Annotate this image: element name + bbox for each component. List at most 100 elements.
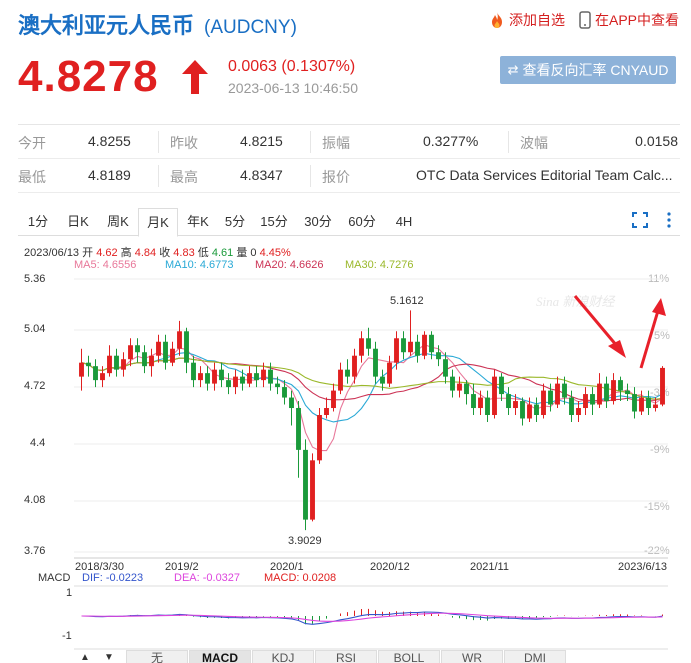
change-percent: 4.45% — [259, 247, 291, 259]
x-tick-label: 2023/6/13 — [618, 561, 667, 573]
stats-row: 最低 4.8189 最高 4.8347 报价 OTC Data Services… — [18, 159, 680, 193]
candle-body — [212, 369, 217, 384]
high-label: 高 — [120, 247, 132, 259]
candle-body — [541, 390, 546, 415]
stat-label: 波幅 — [520, 135, 548, 151]
macd-dif: DIF: -0.0223 — [82, 572, 144, 584]
candle-body — [499, 376, 504, 395]
candle-body — [261, 369, 266, 381]
scroll-down-icon[interactable]: ▼ — [104, 652, 114, 663]
macd-title: MACD — [38, 572, 71, 584]
y-right-tick-label: -22% — [644, 545, 670, 557]
candle-body — [191, 362, 196, 381]
candle-body — [436, 352, 441, 360]
candle-body — [233, 376, 238, 388]
indicator-tab-boll[interactable]: BOLL — [378, 650, 440, 663]
candle-body — [359, 338, 364, 356]
view-in-app-button[interactable]: 在APP中查看 — [579, 10, 679, 30]
candle-body — [289, 397, 294, 409]
y-tick-label: 3.76 — [24, 545, 46, 557]
candle-body — [604, 383, 609, 402]
candle-body — [415, 341, 420, 356]
stats-row: 今开 4.8255 昨收 4.8215 振幅 0.3277% 波幅 0.0158 — [18, 125, 680, 159]
tab-weekly[interactable]: 周K — [98, 208, 138, 235]
tab-5min[interactable]: 5分 — [218, 208, 252, 235]
ma20-label: MA20: 4.6626 — [255, 259, 324, 271]
add-watchlist-button[interactable]: 添加自选 — [489, 10, 565, 30]
tab-60min[interactable]: 60分 — [340, 208, 384, 235]
candle-body — [135, 345, 140, 353]
stat-value: 4.8347 — [240, 167, 283, 183]
reverse-rate-button[interactable]: ⇄ 查看反向汇率 CNYAUD — [500, 56, 676, 84]
tab-yearly[interactable]: 年K — [178, 208, 218, 235]
up-arrow-icon — [182, 60, 208, 94]
tab-4h[interactable]: 4H — [384, 208, 424, 235]
candle-body — [107, 355, 112, 374]
candle-body — [611, 380, 616, 402]
candle-body — [555, 383, 560, 405]
indicator-tab-wr[interactable]: WR — [441, 650, 503, 663]
ma30-label: MA30: 4.7276 — [345, 259, 414, 271]
candle-body — [576, 408, 581, 415]
tab-15min[interactable]: 15分 — [252, 208, 296, 235]
indicator-tab-macd[interactable]: MACD — [189, 650, 251, 663]
ohlc-readout: 2023/06/13 开 4.62 高 4.84 收 4.83 低 4.61 量… — [24, 244, 291, 260]
quote-timestamp: 2023-06-13 10:46:50 — [228, 80, 358, 96]
y-right-tick-label: -3% — [650, 387, 670, 399]
dif-line — [81, 611, 663, 625]
stat-value: 4.8189 — [88, 167, 131, 183]
fullscreen-icon[interactable] — [632, 212, 648, 228]
candle-body — [93, 366, 98, 381]
stat-label: 昨收 — [170, 135, 198, 151]
open-value: 4.62 — [96, 247, 118, 259]
candle-body — [100, 373, 105, 381]
tab-1min[interactable]: 1分 — [18, 208, 58, 235]
indicator-tab-none[interactable]: 无 — [126, 650, 188, 663]
candle-body — [198, 373, 203, 381]
candle-body — [639, 397, 644, 412]
candle-body — [331, 390, 336, 409]
indicator-tab-rsi[interactable]: RSI — [315, 650, 377, 663]
candle-body — [205, 373, 210, 384]
candle-body — [478, 397, 483, 409]
y-tick-label: 4.08 — [24, 494, 46, 506]
ma30-line — [81, 357, 663, 400]
indicator-tab-dmi[interactable]: DMI — [504, 650, 566, 663]
candle-body — [443, 359, 448, 377]
stat-value: OTC Data Services Editorial Team Calc... — [416, 167, 673, 183]
tab-monthly[interactable]: 月K — [138, 208, 178, 237]
ma10-label: MA10: 4.6773 — [165, 259, 234, 271]
red-arrowhead — [608, 340, 626, 358]
y-right-tick-label: 11% — [648, 273, 670, 285]
more-options-icon[interactable] — [666, 212, 672, 228]
high-annotation: 5.1612 — [390, 295, 424, 307]
dea-line — [81, 612, 663, 622]
candle-body — [506, 394, 511, 409]
phone-icon — [579, 11, 591, 29]
candle-body — [219, 369, 224, 381]
reverse-rate-label: 查看反向汇率 CNYAUD — [522, 62, 669, 78]
candle-body — [485, 397, 490, 415]
scroll-up-icon[interactable]: ▲ — [80, 652, 90, 663]
y-tick-label: 4.4 — [30, 437, 46, 449]
macd-value: MACD: 0.0208 — [264, 572, 337, 584]
red-arrow-annotation — [573, 295, 624, 353]
candle-body — [121, 359, 126, 370]
candle-body — [569, 397, 574, 415]
tab-30min[interactable]: 30分 — [296, 208, 340, 235]
stat-label: 今开 — [18, 135, 46, 151]
candle-body — [254, 373, 259, 381]
candle-body — [387, 362, 392, 384]
y-tick-label: 5.36 — [24, 273, 46, 285]
indicator-tab-kdj[interactable]: KDJ — [252, 650, 314, 663]
macd-tick-label: 1 — [66, 587, 73, 599]
tab-daily[interactable]: 日K — [58, 208, 98, 235]
candle-body — [450, 376, 455, 391]
ticker-code: (AUDCNY) — [204, 17, 297, 38]
candle-body — [380, 376, 385, 384]
stat-label: 最低 — [18, 169, 46, 185]
high-value: 4.84 — [134, 247, 157, 259]
quote-panel: 4.8278 0.0063 (0.1307%) 2023-06-13 10:46… — [18, 52, 678, 108]
candle-body — [268, 369, 273, 384]
fire-icon — [491, 12, 502, 28]
